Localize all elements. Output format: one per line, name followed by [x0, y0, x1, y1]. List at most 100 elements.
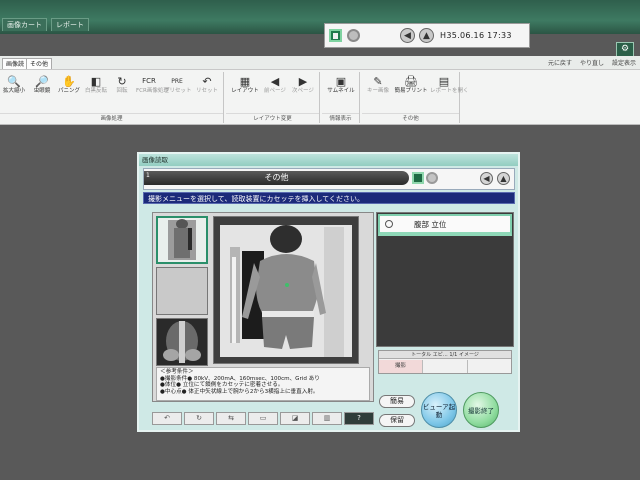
- preset-button[interactable]: PRE プリセット: [164, 74, 192, 95]
- thumbnail-xray[interactable]: [156, 318, 208, 366]
- image-panel: ＜参考条件＞ ●撮影条件● 80kV、200mA、160msec、100cm、G…: [152, 212, 374, 402]
- panning-button[interactable]: ✋ パニング: [57, 74, 81, 95]
- exam-item-abdomen-standing[interactable]: 腹部 立位: [378, 214, 512, 236]
- menu-right: 元に戻す やり直し 設定表示: [548, 58, 636, 67]
- ribbon-group-label: レイアウト変更: [226, 113, 319, 123]
- launch-viewer-button[interactable]: ビューア起動: [421, 392, 457, 428]
- thumbnail-button[interactable]: ▣ サムネイル: [326, 74, 356, 95]
- screen: 画像カート レポート ◀ ▲ H35.06.16 17:33 ⚙ 画像読 その他…: [0, 0, 640, 480]
- prev-page-button[interactable]: ◀ 前ページ: [262, 74, 288, 95]
- report-icon: ▤: [438, 74, 450, 88]
- shutter-icon[interactable]: ▥: [312, 412, 342, 425]
- hand-icon: ✋: [62, 74, 76, 88]
- header-status-icons: [412, 172, 438, 184]
- end-exposure-button[interactable]: 撮影終了: [463, 392, 499, 428]
- menu-tab-read[interactable]: 画像読: [2, 58, 29, 69]
- zoom-button[interactable]: 🔍 拡大縮小: [2, 74, 26, 95]
- simple-button[interactable]: 簡易: [379, 395, 415, 408]
- header-nav: ◀ ▲: [480, 172, 510, 185]
- cassette-status-icon[interactable]: [329, 29, 342, 42]
- ribbon-group-label: 画像処理: [0, 113, 223, 123]
- exam-list: 腹部 立位: [376, 212, 514, 347]
- next-icon: ▶: [298, 74, 308, 88]
- notes-line: ●体位● 立位にて鎖側をカセッテに密着させる。: [160, 382, 284, 389]
- next-page-button[interactable]: ▶ 次ページ: [290, 74, 316, 95]
- rotate-icon[interactable]: ↻: [184, 412, 214, 425]
- exam-status-icon: [385, 220, 393, 228]
- exam-index: 1: [146, 172, 150, 179]
- prev-icon: ◀: [270, 74, 280, 88]
- thumbnail-standing[interactable]: [156, 216, 208, 264]
- ribbon: 🔍 拡大縮小 🔎 虫眼鏡 ✋ パニング ◧ 白黒反転 ↻ 回転 FCR FCR画像処理 PR…: [0, 70, 640, 125]
- patient-photo: [214, 217, 358, 363]
- undo-link[interactable]: 元に戻す: [548, 58, 572, 67]
- preset-icon: PRE: [171, 77, 183, 85]
- tab-report[interactable]: レポート: [51, 18, 89, 31]
- zoom-icon: 🔍: [7, 74, 21, 88]
- device-status-icon[interactable]: [347, 29, 360, 42]
- back-arrow-icon[interactable]: ◀: [400, 28, 415, 43]
- mask-icon[interactable]: ◪: [280, 412, 310, 425]
- menu-bar: 画像読 その他 元に戻す やり直し 設定表示: [0, 56, 640, 70]
- fcr-icon: FCR: [142, 77, 156, 85]
- tab-image-cart[interactable]: 画像カート: [2, 18, 47, 31]
- counter-header: トータル エピ… 1/1 イメージ: [379, 351, 511, 359]
- image-counter: トータル エピ… 1/1 イメージ 撮影: [378, 350, 512, 374]
- key-image-icon: ✎: [373, 74, 383, 88]
- key-image-button[interactable]: ✎ キー画像: [364, 74, 392, 95]
- image-toolbar: ↶ ↻ ⇆ ▭ ◪ ▥ ?: [152, 412, 374, 425]
- thumbnail-icon: ▣: [335, 74, 347, 88]
- printer-icon: 🖨: [404, 74, 418, 88]
- flip-icon[interactable]: ⇆: [216, 412, 246, 425]
- crop-icon[interactable]: ▭: [248, 412, 278, 425]
- invert-icon: ◧: [90, 74, 102, 88]
- counter-exposure-cell[interactable]: 撮影: [379, 360, 423, 373]
- help-icon[interactable]: ?: [344, 412, 374, 425]
- rotate-icon: ↻: [117, 74, 127, 88]
- top-bar: 画像カート レポート: [0, 0, 640, 34]
- undo-icon[interactable]: ↶: [152, 412, 182, 425]
- reset-icon: ↶: [202, 74, 212, 88]
- settings-link[interactable]: 設定表示: [612, 58, 636, 67]
- dialog-header: その他 1 ◀ ▲: [143, 168, 515, 190]
- exam-category-bar: その他: [144, 171, 409, 185]
- reference-notes: ＜参考条件＞ ●撮影条件● 80kV、200mA、160msec、100cm、G…: [156, 367, 370, 401]
- counter-cell-3[interactable]: [468, 360, 513, 373]
- hold-button[interactable]: 保留: [379, 414, 415, 427]
- system-datetime: H35.06.16 17:33: [440, 31, 512, 40]
- fcr-process-button[interactable]: FCR FCR画像処理: [136, 74, 169, 95]
- ribbon-group-info: ▣ サムネイル 情報表示: [322, 72, 360, 123]
- layout-button[interactable]: ▦ レイアウト: [230, 74, 260, 95]
- invert-button[interactable]: ◧ 白黒反転: [84, 74, 108, 95]
- menu-tab-other[interactable]: その他: [26, 58, 53, 69]
- corner-tool-icon[interactable]: ⚙: [616, 42, 634, 57]
- ribbon-group-layout: ▦ レイアウト ◀ 前ページ ▶ 次ページ レイアウト変更: [226, 72, 320, 123]
- image-read-dialog: 画像読取 その他 1 ◀ ▲ 撮影メニューを選択して、読取装置にカセッテを挿入し…: [137, 152, 520, 432]
- eject-icon[interactable]: ▲: [497, 172, 510, 185]
- cassette-icon[interactable]: [412, 172, 424, 184]
- rotate-button[interactable]: ↻ 回転: [110, 74, 134, 95]
- thumbnail-list: [156, 216, 209, 366]
- magnifier-icon: 🔎: [35, 74, 49, 88]
- thumbnail-empty[interactable]: [156, 267, 208, 315]
- ribbon-group-label: その他: [362, 113, 459, 123]
- reader-icon[interactable]: [426, 172, 438, 184]
- dialog-title: 画像読取: [139, 154, 518, 166]
- photo-preview: [213, 216, 359, 364]
- eject-icon[interactable]: ▲: [419, 28, 434, 43]
- system-status-box: ◀ ▲ H35.06.16 17:33: [324, 23, 530, 48]
- xray-thumbnail-icon: [157, 319, 207, 365]
- open-report-button[interactable]: ▤ レポートを開く: [430, 74, 469, 95]
- counter-cell-2[interactable]: [423, 360, 468, 373]
- ribbon-group-image: 🔍 拡大縮小 🔎 虫眼鏡 ✋ パニング ◧ 白黒反転 ↻ 回転 FCR FCR画像処理 PR…: [0, 72, 224, 123]
- instruction-message: 撮影メニューを選択して、読取装置にカセッテを挿入してください。: [143, 192, 515, 204]
- magnifier-button[interactable]: 🔎 虫眼鏡: [30, 74, 54, 95]
- back-arrow-icon[interactable]: ◀: [480, 172, 493, 185]
- reset-button[interactable]: ↶ リセット: [194, 74, 220, 95]
- body-thumbnail-icon: [158, 218, 206, 262]
- app-tabs: 画像カート レポート: [0, 18, 200, 31]
- redo-link[interactable]: やり直し: [580, 58, 604, 67]
- exam-label: 腹部 立位: [414, 220, 447, 229]
- simple-print-button[interactable]: 🖨 簡易プリント: [394, 74, 428, 95]
- ribbon-group-label: 情報表示: [322, 113, 359, 123]
